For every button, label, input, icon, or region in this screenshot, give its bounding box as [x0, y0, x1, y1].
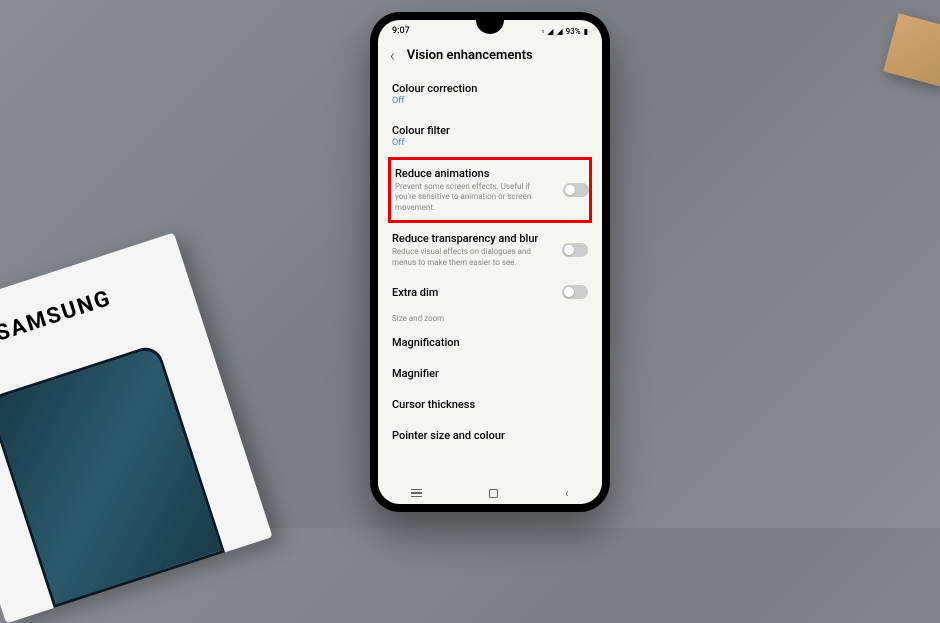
phone-screen: 9:07 ▫ ◢ ◢ 93% ▮ ‹ Vision enhancements C… [378, 20, 602, 504]
toggle-reduce-animations[interactable] [563, 183, 589, 197]
setting-cursor-thickness[interactable]: Cursor thickness [392, 389, 588, 420]
settings-list: Colour correction Off Colour filter Off … [378, 73, 602, 451]
phone-device: 9:07 ▫ ◢ ◢ 93% ▮ ‹ Vision enhancements C… [370, 12, 610, 512]
setting-colour-correction[interactable]: Colour correction Off [392, 73, 588, 115]
battery-percent: 93% [566, 27, 581, 36]
setting-title: Reduce transparency and blur [392, 232, 588, 245]
setting-value: Off [392, 138, 588, 148]
wifi-icon: ◢ [547, 27, 553, 36]
battery-icon: ▮ [584, 27, 588, 36]
setting-value: Off [392, 96, 588, 106]
status-indicators: ▫ ◢ ◢ 93% ▮ [540, 27, 588, 36]
setting-magnification[interactable]: Magnification [392, 327, 588, 358]
back-button[interactable]: ‹ [565, 486, 569, 500]
setting-pointer-size[interactable]: Pointer size and colour [392, 420, 588, 451]
navigation-bar: ‹ [378, 482, 602, 504]
toggle-extra-dim[interactable] [562, 285, 588, 299]
setting-magnifier[interactable]: Magnifier [392, 358, 588, 389]
setting-title: Magnifier [392, 367, 588, 380]
setting-title: Pointer size and colour [392, 429, 588, 442]
setting-title: Cursor thickness [392, 398, 588, 411]
status-time: 9:07 [392, 26, 410, 36]
samsung-logo: SAMSUNG [0, 286, 115, 347]
home-button[interactable] [489, 489, 498, 498]
samsung-retail-box: SAMSUNG [0, 233, 273, 623]
toggle-reduce-transparency[interactable] [562, 243, 588, 257]
setting-description: Reduce visual effects on dialogues and m… [392, 247, 588, 268]
setting-reduce-transparency[interactable]: Reduce transparency and blur Reduce visu… [392, 223, 588, 277]
page-header: ‹ Vision enhancements [378, 38, 602, 73]
setting-title: Extra dim [392, 286, 588, 299]
setting-extra-dim[interactable]: Extra dim [392, 277, 588, 308]
recents-button[interactable] [411, 489, 422, 498]
setting-title: Reduce animations [395, 167, 585, 180]
setting-description: Prevent some screen effects. Useful if y… [395, 182, 585, 213]
network-icon: ▫ [541, 27, 544, 36]
wood-decoration [883, 13, 940, 86]
setting-title: Colour correction [392, 82, 588, 95]
setting-title: Colour filter [392, 124, 588, 137]
setting-title: Magnification [392, 336, 588, 349]
signal-icon: ◢ [556, 27, 562, 36]
page-title: Vision enhancements [407, 48, 533, 63]
section-label: Size and zoom [392, 308, 588, 327]
back-icon[interactable]: ‹ [390, 46, 395, 65]
box-phone-image [0, 343, 225, 608]
setting-reduce-animations[interactable]: Reduce animations Prevent some screen ef… [388, 157, 592, 223]
setting-colour-filter[interactable]: Colour filter Off [392, 115, 588, 157]
